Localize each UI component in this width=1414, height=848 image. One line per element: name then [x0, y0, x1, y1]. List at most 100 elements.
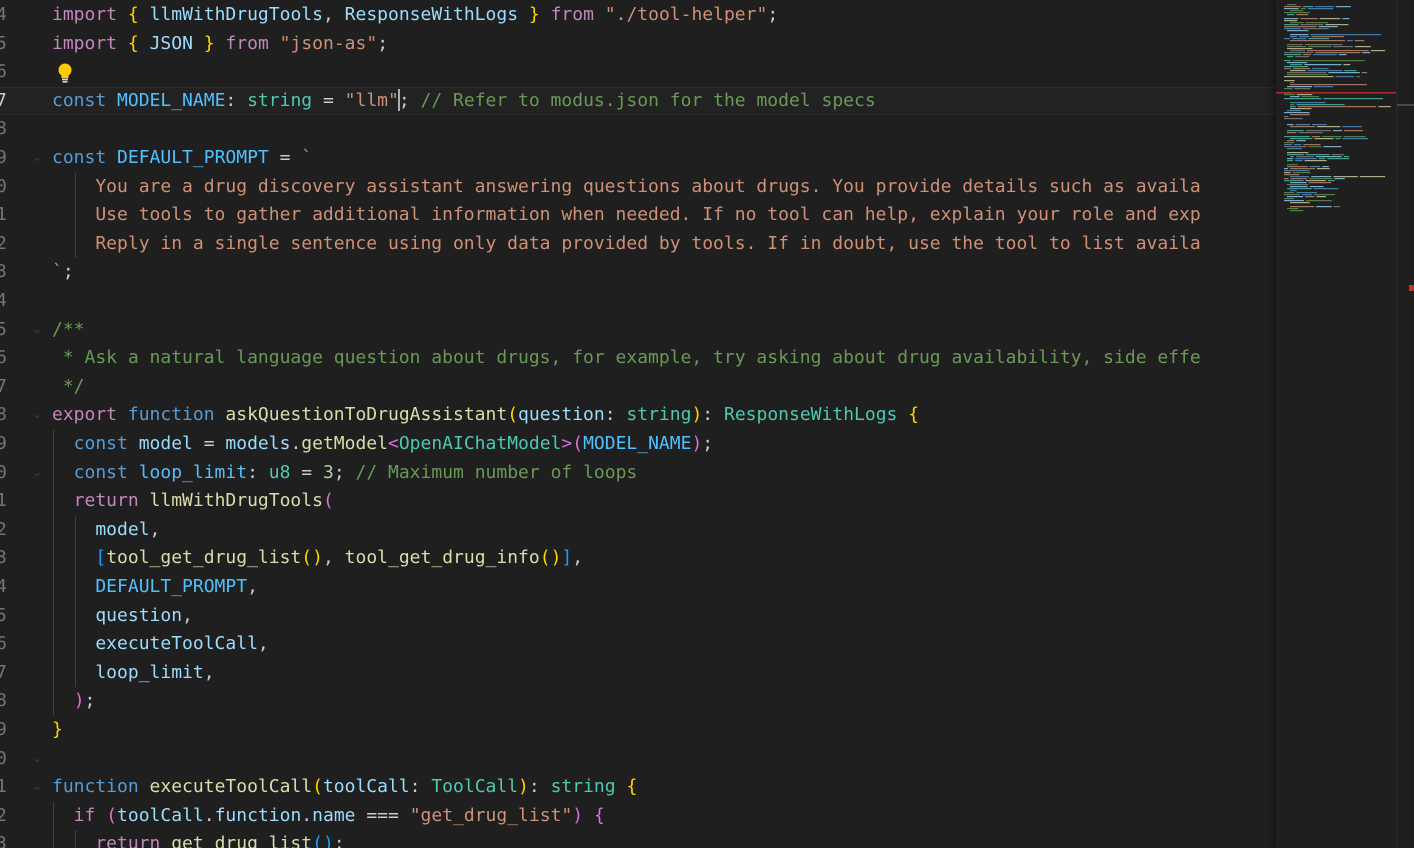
code-line[interactable]: 3 return get_drug_list();	[0, 830, 1276, 848]
code-text: DEFAULT_PROMPT,	[52, 573, 258, 602]
code-line[interactable]: 0 const loop_limit: u8 = 3; // Maximum n…	[0, 458, 1276, 488]
code-line[interactable]: 2 Reply in a single sentence using only …	[0, 229, 1276, 259]
code-token: "llm"	[344, 89, 399, 111]
code-editor[interactable]: 4 import { llmWithDrugTools, ResponseWith…	[0, 0, 1414, 848]
fold-chevron-icon[interactable]: ⌄	[32, 407, 42, 422]
code-line[interactable]: 6	[0, 58, 1276, 87]
minimap-line	[1284, 178, 1289, 180]
code-token: const	[52, 461, 128, 483]
code-line[interactable]: 6 * Ask a natural language question abou…	[0, 344, 1276, 373]
line-number: 5	[0, 318, 7, 340]
line-number: 2	[0, 804, 7, 826]
code-line[interactable]: 1 return llmWithDrugTools(	[0, 487, 1276, 516]
code-line[interactable]: 9 const model = models.getModel<OpenAICh…	[0, 430, 1276, 459]
code-token: ;	[333, 461, 356, 483]
line-number: 1	[0, 204, 7, 226]
minimap-line	[1296, 94, 1313, 96]
minimap-line	[1284, 88, 1293, 90]
minimap-line	[1284, 168, 1289, 170]
fold-chevron-icon[interactable]: ⌄	[32, 779, 42, 794]
code-line[interactable]: 7 */	[0, 373, 1276, 402]
code-token: :	[702, 404, 724, 426]
code-token: from	[550, 4, 594, 25]
code-line[interactable]: 7 loop_limit,	[0, 658, 1276, 688]
code-text: const model = models.getModel<OpenAIChat…	[52, 430, 713, 459]
code-line[interactable]: 5 /**	[0, 316, 1276, 345]
code-line[interactable]: 1 function executeToolCall(toolCall: Tool…	[0, 773, 1276, 802]
minimap-line	[1284, 18, 1299, 20]
minimap-line	[1378, 106, 1391, 108]
minimap-line	[1323, 146, 1342, 148]
code-line[interactable]: 9}	[0, 716, 1276, 745]
code-line[interactable]: 0	[0, 745, 1276, 774]
minimap-line	[1312, 124, 1327, 126]
minimap-line	[1284, 142, 1295, 144]
code-line[interactable]: 8 );	[0, 687, 1276, 716]
minimap-line	[1290, 190, 1297, 192]
minimap-line	[1307, 8, 1334, 10]
code-token: :	[225, 89, 248, 111]
code-line[interactable]: 4 import { llmWithDrugTools, ResponseWith…	[0, 1, 1276, 30]
line-number: 1	[0, 490, 7, 512]
fold-chevron-icon[interactable]: ⌄	[32, 465, 42, 480]
code-token: You are a drug discovery assistant answe…	[52, 175, 1201, 197]
minimap-line	[1354, 40, 1365, 42]
code-line[interactable]: 8	[0, 115, 1276, 144]
code-line[interactable]: 1 Use tools to gather additional informa…	[0, 201, 1276, 230]
code-token: // Refer to modus.json for the model spe…	[420, 89, 876, 111]
minimap-line	[1316, 196, 1326, 198]
code-token: string	[550, 776, 616, 798]
code-line[interactable]: 0 You are a drug discovery assistant ans…	[0, 172, 1276, 202]
minimap-line	[1290, 84, 1368, 86]
minimap-line	[1284, 174, 1300, 176]
code-token: ToolCall	[431, 776, 519, 798]
vertical-scrollbar[interactable]	[1396, 0, 1414, 848]
code-line[interactable]: 3 [tool_get_drug_list(), tool_get_drug_i…	[0, 544, 1276, 573]
code-token: )	[691, 404, 703, 426]
code-token: :	[528, 776, 551, 798]
code-line[interactable]: 3 `;	[0, 258, 1276, 287]
minimap-line	[1342, 18, 1350, 20]
fold-chevron-icon[interactable]: ⌄	[32, 322, 42, 337]
minimap-line	[1284, 12, 1310, 14]
code-line[interactable]: 8 export function askQuestionToDrugAssist…	[0, 401, 1276, 430]
code-token: Reply in a single sentence using only da…	[52, 232, 1201, 254]
code-token: JSON	[149, 32, 193, 54]
code-line[interactable]: 4	[0, 287, 1276, 316]
code-line[interactable]: 5 import { JSON } from "json-as";	[0, 30, 1276, 59]
code-token: ResponseWithLogs	[723, 404, 898, 426]
minimap-line	[1333, 46, 1353, 48]
code-area[interactable]: 4 import { llmWithDrugTools, ResponseWith…	[0, 0, 1276, 848]
line-number: 6	[0, 347, 7, 369]
minimap-line	[1290, 34, 1309, 36]
code-line[interactable]: 7 const MODEL_NAME: string = "llm"; // Re…	[0, 86, 1276, 116]
minimap-line	[1325, 24, 1349, 26]
minimap-line	[1370, 50, 1386, 52]
code-token: question	[518, 404, 605, 426]
minimap-line	[1331, 154, 1345, 156]
line-number: 5	[0, 604, 7, 626]
code-line[interactable]: 2 model,	[0, 515, 1276, 545]
code-line[interactable]: 4 DEFAULT_PROMPT,	[0, 573, 1276, 602]
code-line[interactable]: 5 question,	[0, 601, 1276, 631]
minimap-line	[1334, 178, 1345, 180]
code-text: if (toolCall.function.name === "get_drug…	[52, 802, 605, 831]
code-line[interactable]: 6 executeToolCall,	[0, 630, 1276, 659]
minimap-line	[1284, 116, 1289, 118]
code-line[interactable]: 2 if (toolCall.function.name === "get_dr…	[0, 801, 1276, 831]
fold-chevron-icon[interactable]: ⌄	[32, 751, 42, 766]
line-number: 1	[0, 776, 7, 798]
fold-chevron-icon[interactable]: ⌄	[32, 150, 42, 165]
minimap-line	[1296, 156, 1315, 158]
lightbulb-icon[interactable]	[56, 62, 74, 84]
minimap[interactable]	[1276, 0, 1396, 848]
code-line[interactable]: 9 const DEFAULT_PROMPT = `	[0, 144, 1276, 173]
code-token: function	[127, 404, 215, 426]
minimap-line	[1299, 36, 1310, 38]
line-number: 3	[0, 833, 7, 848]
